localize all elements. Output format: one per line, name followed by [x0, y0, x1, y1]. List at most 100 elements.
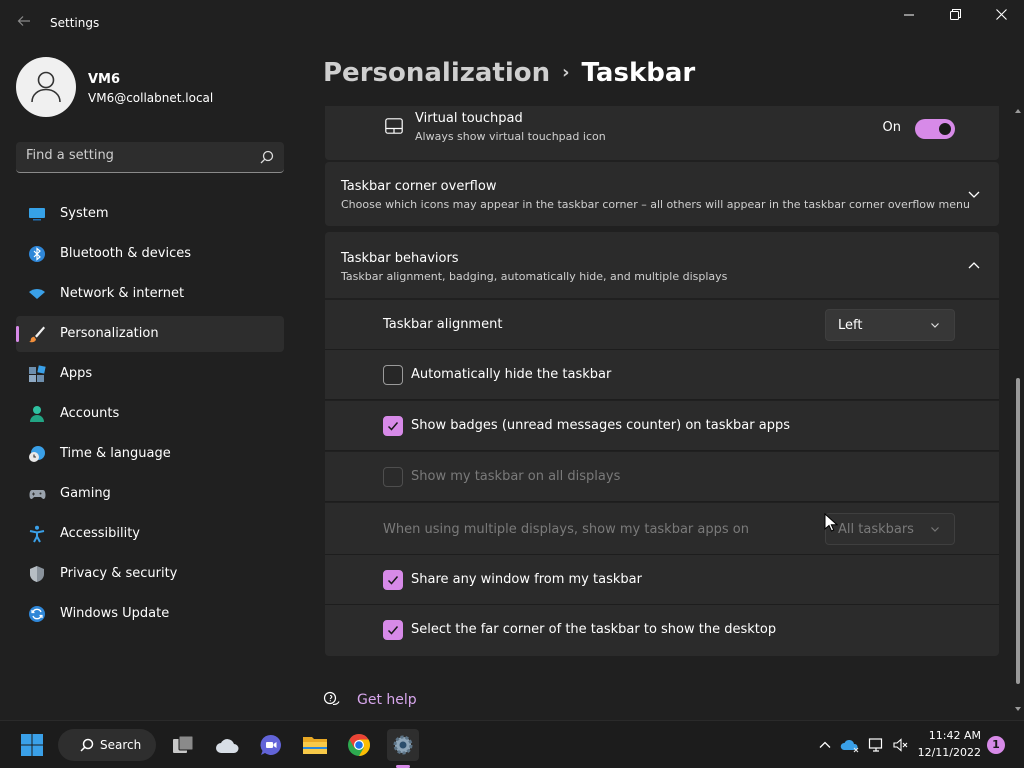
sidebar-item-privacy[interactable]: Privacy & security	[16, 556, 284, 592]
task-view-button[interactable]	[167, 729, 199, 761]
checkmark-icon	[387, 576, 399, 585]
sidebar-item-windows-update[interactable]: Windows Update	[16, 596, 284, 632]
sidebar-nav: System Bluetooth & devices Network & int…	[16, 196, 284, 636]
get-help-label: Get help	[357, 692, 417, 708]
card-title: Virtual touchpad	[415, 111, 523, 126]
share-window-label: Share any window from my taskbar	[411, 572, 642, 587]
user-icon	[31, 71, 61, 103]
badges-row[interactable]: Show badges (unread messages counter) on…	[325, 401, 999, 451]
page-title: Taskbar	[581, 58, 696, 88]
far-corner-checkbox[interactable]	[383, 620, 403, 640]
onedrive-icon[interactable]	[840, 737, 860, 753]
scrollbar-thumb[interactable]	[1016, 378, 1020, 684]
widgets-icon	[216, 739, 239, 753]
close-button[interactable]	[987, 6, 1015, 28]
corner-overflow-card[interactable]: Taskbar corner overflow Choose which ico…	[325, 162, 999, 226]
back-button[interactable]	[14, 14, 34, 34]
wifi-icon	[29, 289, 45, 299]
mouse-cursor-icon	[824, 513, 838, 532]
search-box[interactable]	[16, 142, 284, 173]
teams-chat-icon	[260, 734, 281, 755]
auto-hide-checkbox[interactable]	[383, 365, 403, 385]
widgets-button[interactable]	[212, 729, 244, 761]
chevron-down-icon[interactable]	[967, 187, 981, 201]
file-explorer-icon	[303, 737, 327, 754]
user-email: VM6@collabnet.local	[88, 91, 214, 105]
clock-date[interactable]: 12/11/2022	[918, 746, 981, 759]
multi-display-label: When using multiple displays, show my ta…	[383, 522, 749, 537]
taskbar-search-button[interactable]: Search	[58, 729, 156, 761]
chrome-button[interactable]	[343, 729, 375, 761]
share-window-checkbox[interactable]	[383, 570, 403, 590]
start-icon	[21, 734, 43, 756]
taskbar: Search 11:42 AM 12/11/2022 1	[0, 720, 1024, 768]
sidebar-item-system[interactable]: System	[16, 196, 284, 232]
title-bar: Settings	[0, 0, 1024, 48]
notification-badge[interactable]: 1	[987, 736, 1005, 754]
sidebar-item-gaming[interactable]: Gaming	[16, 476, 284, 512]
sidebar-item-network[interactable]: Network & internet	[16, 276, 284, 312]
share-window-row[interactable]: Share any window from my taskbar	[325, 555, 999, 605]
checkmark-icon	[387, 626, 399, 635]
volume-muted-icon[interactable]	[893, 737, 909, 753]
virtual-touchpad-toggle[interactable]	[915, 119, 955, 139]
controller-icon	[29, 490, 46, 499]
search-input[interactable]	[26, 148, 246, 163]
breadcrumb-separator: ›	[562, 62, 570, 83]
minimize-button[interactable]	[895, 6, 923, 28]
avatar[interactable]	[16, 57, 76, 117]
chevron-up-icon[interactable]	[817, 737, 833, 753]
sidebar-item-label: Personalization	[60, 326, 159, 341]
taskbar-alignment-row: Taskbar alignment Left	[325, 300, 999, 350]
chevron-down-icon	[931, 527, 939, 532]
far-corner-row[interactable]: Select the far corner of the taskbar to …	[325, 605, 999, 656]
clock-time[interactable]: 11:42 AM	[929, 729, 981, 742]
accessibility-icon	[29, 525, 45, 543]
auto-hide-row[interactable]: Automatically hide the taskbar	[325, 350, 999, 400]
settings-icon	[393, 735, 413, 755]
search-icon[interactable]	[260, 149, 274, 168]
badges-checkbox[interactable]	[383, 416, 403, 436]
settings-taskbar-button[interactable]	[387, 729, 419, 761]
sidebar-item-label: System	[60, 206, 109, 221]
close-icon	[995, 9, 1007, 20]
sidebar-item-accounts[interactable]: Accounts	[16, 396, 284, 432]
sidebar-item-accessibility[interactable]: Accessibility	[16, 516, 284, 552]
breadcrumb-parent[interactable]: Personalization	[323, 58, 550, 88]
sidebar-item-label: Gaming	[60, 486, 111, 501]
virtual-touchpad-card: Virtual touchpad Always show virtual tou…	[325, 106, 999, 160]
checkmark-icon	[387, 422, 399, 431]
app-title: Settings	[50, 16, 100, 30]
taskbar-alignment-dropdown[interactable]: Left	[825, 309, 955, 341]
chrome-icon	[348, 734, 370, 756]
restore-button[interactable]	[941, 6, 969, 28]
sidebar-item-time-language[interactable]: Time & language	[16, 436, 284, 472]
user-name: VM6	[88, 72, 121, 87]
scroll-down-icon[interactable]	[1015, 706, 1021, 712]
file-explorer-button[interactable]	[299, 729, 331, 761]
start-button[interactable]	[16, 729, 48, 761]
breadcrumb: Personalization › Taskbar	[323, 58, 695, 88]
chevron-down-icon	[931, 323, 939, 328]
taskbar-behaviors-card[interactable]: Taskbar behaviors Taskbar alignment, bad…	[325, 232, 999, 298]
network-icon[interactable]	[868, 737, 884, 753]
apps-icon	[29, 365, 46, 382]
sidebar-item-label: Apps	[60, 366, 93, 381]
card-subtitle: Always show virtual touchpad icon	[415, 130, 606, 143]
task-view-icon	[173, 735, 194, 753]
bluetooth-icon	[29, 246, 45, 262]
chat-button[interactable]	[255, 729, 287, 761]
sidebar-item-label: Time & language	[60, 446, 171, 461]
sidebar-item-label: Network & internet	[60, 286, 185, 301]
toggle-state-label: On	[882, 120, 901, 135]
card-title: Taskbar behaviors	[341, 251, 459, 266]
sidebar-item-bluetooth[interactable]: Bluetooth & devices	[16, 236, 284, 272]
scrollbar[interactable]	[1012, 106, 1024, 718]
sidebar-item-apps[interactable]: Apps	[16, 356, 284, 392]
minimize-icon	[904, 14, 914, 16]
sidebar-item-personalization[interactable]: Personalization	[16, 316, 284, 352]
card-subtitle: Choose which icons may appear in the tas…	[341, 198, 970, 211]
chevron-up-icon[interactable]	[967, 259, 981, 273]
scroll-up-icon[interactable]	[1015, 108, 1021, 114]
auto-hide-label: Automatically hide the taskbar	[411, 367, 612, 382]
